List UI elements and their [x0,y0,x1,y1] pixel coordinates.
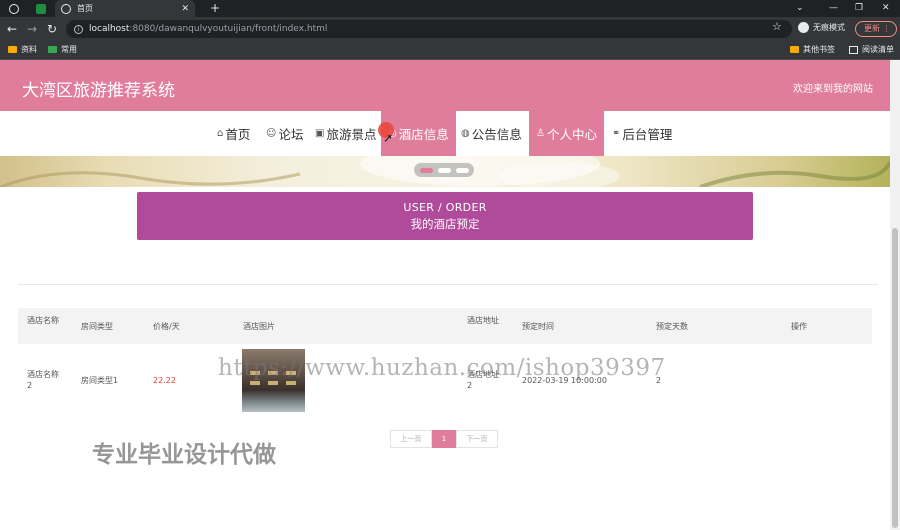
folder-icon [790,46,799,53]
site-title: 大湾区旅游推荐系统 [22,81,175,101]
browser-tab-strip: 首页 ✕ + ⌄ — ❐ ✕ [0,0,900,17]
app-icon [36,3,46,14]
bookmarks-bar: 资料 常用 其他书签 阅读清单 [0,41,900,60]
reading-list[interactable]: 阅读清单 [849,44,894,55]
update-button[interactable]: 更新 ⋮ [855,21,897,37]
pagination: 上一页 1 下一页 [390,430,498,448]
carousel-dot-3[interactable] [455,167,469,173]
col-address: 酒店地址 [467,316,499,325]
col-image: 酒店图片 [243,322,275,331]
bookmark-other[interactable]: 其他书签 [790,44,835,55]
col-days: 预定天数 [656,322,688,331]
table-header [18,308,872,344]
nav-forum[interactable]: ☺ 论坛 [266,111,303,156]
prev-page-button[interactable]: 上一页 [390,430,432,448]
site-header: 大湾区旅游推荐系统 欢迎来到我的网站 [0,60,890,111]
cell-price: 22.22 [153,376,176,385]
my-hotel-order-header: USER / ORDER 我的酒店预定 [137,192,753,240]
next-page-button[interactable]: 下一页 [456,430,498,448]
welcome-text: 欢迎来到我的网站 [793,84,873,95]
forward-icon[interactable]: → [27,21,37,37]
bookmark-folder-changyong[interactable]: 常用 [48,44,77,55]
tab-green[interactable] [36,0,46,17]
scenic-icon: ▣ [315,128,325,139]
globe-icon [9,3,19,14]
folder-icon [48,46,57,53]
order-title-cn: 我的酒店预定 [410,217,480,231]
home-icon: ⌂ [217,128,224,139]
nav-scenic[interactable]: ▣ 旅游景点 [315,111,376,156]
tab-globe[interactable] [9,0,19,17]
tab-search-icon[interactable]: ⌄ [796,0,804,17]
watermark-url: https://www.huzhan.com/ishop39397 [218,355,666,381]
carousel-dot-2[interactable] [437,167,451,173]
order-title-en: USER / ORDER [403,201,487,214]
section-divider [18,284,878,285]
tab-active[interactable]: 首页 ✕ [55,0,195,17]
cell-hotel-name: 酒店名称2 [27,370,59,390]
col-action: 操作 [791,322,807,331]
incognito-icon [798,22,809,33]
reading-list-icon [849,45,858,54]
link-icon: ⚭ [612,128,621,139]
col-time: 预定时间 [522,322,554,331]
notice-icon: ◍ [461,128,470,139]
omnibox[interactable]: i localhost:8080/dawanqulvyoutuijian/fro… [66,20,792,38]
info-icon[interactable]: i [74,24,83,34]
minimize-icon[interactable]: — [829,0,838,17]
carousel-dot-1[interactable] [419,167,433,173]
back-icon[interactable]: ← [7,21,17,37]
col-price: 价格/天 [153,322,180,331]
globe-icon [61,3,71,14]
nav-notice[interactable]: ◍ 公告信息 [461,111,522,156]
nav-user-center[interactable]: ♙ 个人中心 [529,111,604,156]
page-1-button[interactable]: 1 [432,430,456,448]
address-bar: ← → ↻ i localhost:8080/dawanqulvyoutuiji… [0,17,900,41]
reload-icon[interactable]: ↻ [47,21,57,37]
bookmark-folder-ziliao[interactable]: 资料 [8,44,37,55]
new-tab-button[interactable]: + [210,0,220,17]
user-icon: ♙ [536,128,545,139]
col-hotel-name: 酒店名称 [27,316,59,325]
folder-icon [8,46,17,53]
window-close-icon[interactable]: ✕ [882,0,890,17]
scrollbar-thumb[interactable] [892,228,898,528]
mouse-cursor-icon: ➚ [383,131,394,145]
main-nav: ⌂首页 ☺论坛 ▣旅游景点 ◎酒店信息 ◍公告信息 ♙个人中心 ⚭后台管理 [0,111,890,156]
forum-icon: ☺ [266,128,277,139]
col-room-type: 房间类型 [81,322,113,331]
bookmark-star-icon[interactable]: ☆ [772,20,782,33]
watermark-text: 专业毕业设计代做 [92,442,276,468]
cell-room-type: 房间类型1 [81,376,119,385]
restore-icon[interactable]: ❐ [855,0,863,17]
incognito-indicator[interactable]: 无痕模式 [798,22,845,33]
url-text[interactable]: localhost:8080/dawanqulvyoutuijian/front… [89,24,327,34]
nav-home[interactable]: ⌂ 首页 [217,111,250,156]
carousel-indicators [414,163,474,177]
nav-admin[interactable]: ⚭ 后台管理 [612,111,672,156]
close-icon[interactable]: ✕ [181,4,189,14]
tab-title: 首页 [77,4,93,13]
